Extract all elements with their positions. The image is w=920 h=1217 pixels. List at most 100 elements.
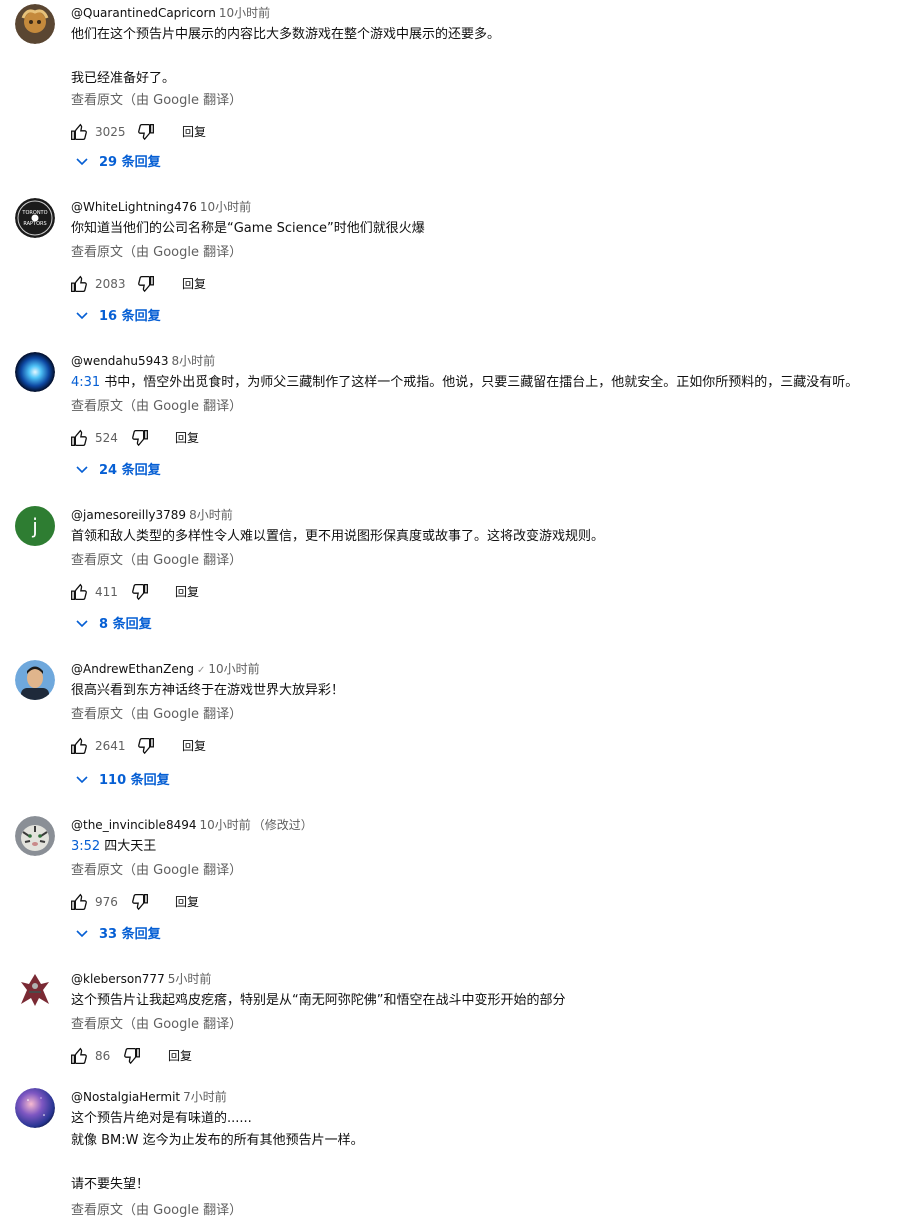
- avatar[interactable]: [15, 970, 55, 1010]
- comment-text: 3:52 四大天王: [71, 836, 914, 858]
- avatar[interactable]: j: [15, 506, 55, 546]
- chevron-down-icon: [75, 616, 89, 630]
- thumb-up-icon[interactable]: [68, 735, 90, 757]
- comment-text: 4:31 书中，悟空外出觅食时，为师父三藏制作了这样一个戒指。他说，只要三藏留在擂…: [71, 372, 914, 394]
- thumb-up-icon[interactable]: [68, 427, 90, 449]
- avatar[interactable]: [15, 816, 55, 856]
- comment-toolbar: 411 回复: [71, 578, 914, 606]
- avatar[interactable]: [15, 4, 55, 44]
- comment-time[interactable]: 10小时前: [200, 200, 251, 214]
- video-timestamp-link[interactable]: 3:52: [71, 839, 100, 854]
- thumb-down-icon[interactable]: [135, 273, 157, 295]
- thumb-down-icon[interactable]: [129, 581, 151, 603]
- replies-count: 110 条回复: [99, 773, 170, 788]
- author-name[interactable]: @jamesoreilly3789: [71, 508, 186, 522]
- thumb-up-icon[interactable]: [68, 273, 90, 295]
- comment-header: @NostalgiaHermit 7小时前: [71, 1088, 914, 1106]
- view-replies-button[interactable]: 16 条回复: [75, 306, 161, 328]
- comment-header: @WhiteLightning476 10小时前: [71, 198, 914, 216]
- view-original-link[interactable]: 查看原文（由 Google 翻译）: [71, 396, 914, 418]
- view-replies-button[interactable]: 110 条回复: [75, 770, 170, 792]
- comment-toolbar: 976 回复: [71, 888, 914, 916]
- comment-time[interactable]: 10小时前: [208, 662, 259, 676]
- comment-header: @QuarantinedCapricorn 10小时前: [71, 4, 914, 22]
- thumb-down-icon[interactable]: [129, 891, 151, 913]
- comment-time[interactable]: 7小时前: [183, 1090, 227, 1104]
- author-name[interactable]: @kleberson777: [71, 972, 165, 986]
- view-original-link[interactable]: 查看原文（由 Google 翻译）: [71, 1014, 914, 1036]
- comment-header: @jamesoreilly3789 8小时前: [71, 506, 914, 524]
- comment-text: 他们在这个预告片中展示的内容比大多数游戏在整个游戏中展示的还要多。 我已经准备好…: [71, 27, 501, 86]
- comment-toolbar: 524 回复: [71, 424, 914, 452]
- like-count: 411: [95, 585, 118, 599]
- view-original-link[interactable]: 查看原文（由 Google 翻译）: [71, 1200, 914, 1217]
- view-replies-button[interactable]: 33 条回复: [75, 924, 161, 946]
- replies-count: 29 条回复: [99, 155, 161, 170]
- replies-count: 33 条回复: [99, 927, 161, 942]
- like-count: 2083: [95, 277, 126, 291]
- view-original-link[interactable]: 查看原文（由 Google 翻译）: [71, 90, 914, 112]
- comment-time[interactable]: 8小时前: [172, 354, 216, 368]
- reply-button[interactable]: 回复: [175, 430, 199, 446]
- thumb-up-icon[interactable]: [68, 121, 90, 143]
- like-count: 3025: [95, 125, 126, 139]
- thumb-up-icon[interactable]: [68, 581, 90, 603]
- author-name[interactable]: @AndrewEthanZeng: [71, 662, 194, 676]
- author-name[interactable]: @NostalgiaHermit: [71, 1090, 180, 1104]
- comment-time[interactable]: 8小时前: [189, 508, 233, 522]
- view-replies-button[interactable]: 24 条回复: [75, 460, 161, 482]
- like-count: 86: [95, 1049, 111, 1063]
- avatar[interactable]: TORONTO RAPTORS: [15, 198, 55, 238]
- thumb-up-icon[interactable]: [68, 1045, 90, 1067]
- avatar-letter: j: [32, 514, 38, 538]
- video-timestamp-link[interactable]: 4:31: [71, 375, 100, 390]
- avatar[interactable]: [15, 1088, 55, 1128]
- avatar[interactable]: [15, 660, 55, 700]
- view-original-link[interactable]: 查看原文（由 Google 翻译）: [71, 242, 914, 264]
- replies-count: 16 条回复: [99, 309, 161, 324]
- comment-body: 四大天王: [104, 839, 157, 854]
- view-original-link[interactable]: 查看原文（由 Google 翻译）: [71, 704, 914, 726]
- comment-time[interactable]: 10小时前: [199, 818, 250, 832]
- author-name[interactable]: @the_invincible8494: [71, 818, 196, 832]
- comment-text: 这个预告片让我起鸡皮疙瘩，特别是从“南无阿弥陀佛”和悟空在战斗中变形开始的部分: [71, 993, 566, 1008]
- comment-header: @AndrewEthanZeng ✓ 10小时前: [71, 660, 914, 678]
- comment-header: @kleberson777 5小时前: [71, 970, 914, 988]
- comment-body: 书中，悟空外出觅食时，为师父三藏制作了这样一个戒指。他说，只要三藏留在擂台上，他…: [104, 375, 859, 390]
- thumb-down-icon[interactable]: [135, 735, 157, 757]
- reply-button[interactable]: 回复: [182, 276, 206, 292]
- thumb-up-icon[interactable]: [68, 891, 90, 913]
- like-count: 524: [95, 431, 118, 445]
- comment-time[interactable]: 10小时前: [219, 6, 270, 20]
- comment-header: @the_invincible8494 10小时前 （修改过）: [71, 816, 914, 834]
- comment-time[interactable]: 5小时前: [168, 972, 212, 986]
- edited-label: （修改过）: [252, 818, 313, 832]
- chevron-down-icon: [75, 308, 89, 322]
- reply-button[interactable]: 回复: [175, 894, 199, 910]
- comment-header: @wendahu5943 8小时前: [71, 352, 914, 370]
- reply-button[interactable]: 回复: [182, 738, 206, 754]
- comment-toolbar: 2641 回复: [71, 732, 914, 760]
- chevron-down-icon: [75, 772, 89, 786]
- author-name[interactable]: @WhiteLightning476: [71, 200, 197, 214]
- replies-count: 24 条回复: [99, 463, 161, 478]
- reply-button[interactable]: 回复: [175, 584, 199, 600]
- chevron-down-icon: [75, 462, 89, 476]
- comment-toolbar: 86 回复: [71, 1042, 914, 1070]
- replies-count: 8 条回复: [99, 617, 152, 632]
- verified-icon: ✓: [196, 665, 206, 676]
- reply-button[interactable]: 回复: [182, 124, 206, 140]
- thumb-down-icon[interactable]: [129, 427, 151, 449]
- view-replies-button[interactable]: 8 条回复: [75, 614, 152, 636]
- author-name[interactable]: @QuarantinedCapricorn: [71, 6, 216, 20]
- chevron-down-icon: [75, 926, 89, 940]
- view-original-link[interactable]: 查看原文（由 Google 翻译）: [71, 860, 914, 882]
- thumb-down-icon[interactable]: [135, 121, 157, 143]
- author-name[interactable]: @wendahu5943: [71, 354, 169, 368]
- avatar[interactable]: [15, 352, 55, 392]
- thumb-down-icon[interactable]: [121, 1045, 143, 1067]
- reply-button[interactable]: 回复: [168, 1048, 192, 1064]
- comment-text: 你知道当他们的公司名称是“Game Science”时他们就很火爆: [71, 221, 425, 236]
- view-replies-button[interactable]: 29 条回复: [75, 152, 161, 174]
- view-original-link[interactable]: 查看原文（由 Google 翻译）: [71, 550, 914, 572]
